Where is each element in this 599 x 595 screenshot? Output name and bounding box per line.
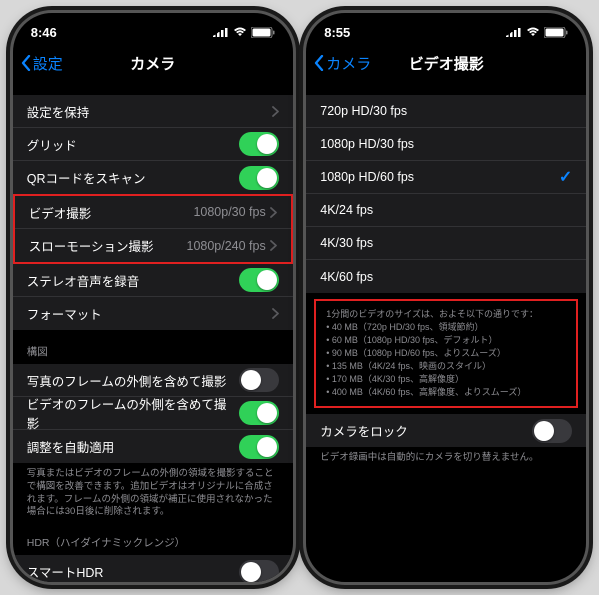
page-title: ビデオ撮影 [409, 53, 484, 74]
video-option-0[interactable]: 720p HD/30 fps [306, 95, 586, 128]
battery-icon [544, 27, 568, 38]
chevron-left-icon [314, 55, 324, 71]
composition-row-0[interactable]: 写真のフレームの外側を含めて撮影 [13, 364, 293, 397]
row-label: ビデオ撮影 [29, 203, 92, 222]
status-time: 8:55 [324, 25, 350, 40]
row-label: QRコードをスキャン [27, 168, 146, 187]
video-row-0[interactable]: ビデオ撮影 1080p/30 fps [15, 196, 291, 229]
row-value: 1080p/30 fps [193, 205, 265, 219]
back-button[interactable]: カメラ [314, 53, 371, 74]
row-label: ビデオのフレームの外側を含めて撮影 [27, 394, 239, 432]
settings-row-0[interactable]: 設定を保持 [13, 95, 293, 128]
back-label: カメラ [326, 53, 371, 74]
notch [376, 13, 516, 37]
option-label: 4K/60 fps [320, 270, 373, 284]
info-line: • 90 MB（1080p HD/60 fps、よりスムーズ） [326, 347, 566, 360]
toggle-switch[interactable] [239, 166, 279, 190]
section-footer-lock: ビデオ録画中は自動的にカメラを切り替えません。 [306, 447, 586, 467]
page-title: カメラ [130, 53, 175, 74]
chevron-left-icon [21, 55, 31, 71]
section-footer-composition: 写真またはビデオのフレームの外側の領域を撮影することで構図を改善できます。追加ビ… [13, 463, 293, 521]
row-label: グリッド [27, 135, 77, 154]
info-line: • 40 MB（720p HD/30 fps、領域節約） [326, 321, 566, 334]
option-label: 720p HD/30 fps [320, 104, 407, 118]
row-label: 調整を自動適用 [27, 437, 115, 456]
phone-left: 8:46 設定 カメラ 設定を保持グリッド QRコードをスキャン ビデオ撮影 108… [10, 10, 296, 585]
option-label: 1080p HD/60 fps [320, 170, 414, 184]
settings2-row-0[interactable]: ステレオ音声を録音 [13, 264, 293, 297]
highlight-box-video: ビデオ撮影 1080p/30 fps スローモーション撮影 1080p/240 fps [13, 194, 293, 264]
row-label: カメラをロック [320, 421, 408, 440]
toggle-switch[interactable] [239, 401, 279, 425]
notch [83, 13, 223, 37]
video-option-5[interactable]: 4K/60 fps [306, 260, 586, 293]
info-title: 1分間のビデオのサイズは、およそ以下の通りです： [326, 308, 566, 321]
toggle-switch[interactable] [239, 435, 279, 459]
toggle-switch[interactable] [239, 132, 279, 156]
settings-row-2[interactable]: QRコードをスキャン [13, 161, 293, 194]
row-label: 写真のフレームの外側を含めて撮影 [27, 371, 227, 390]
checkmark-icon: ✓ [559, 167, 572, 187]
toggle-switch[interactable] [239, 368, 279, 392]
hdr-row-0[interactable]: スマートHDR [13, 555, 293, 582]
chevron-right-icon [270, 240, 277, 251]
nav-bar: 設定 カメラ [13, 45, 293, 81]
back-button[interactable]: 設定 [21, 53, 63, 74]
toggle-switch[interactable] [239, 560, 279, 582]
highlight-box-sizes: 1分間のビデオのサイズは、およそ以下の通りです：• 40 MB（720p HD/… [314, 299, 578, 408]
info-line: • 170 MB（4K/30 fps、高解像度） [326, 373, 566, 386]
video-option-3[interactable]: 4K/24 fps [306, 194, 586, 227]
settings2-row-1[interactable]: フォーマット [13, 297, 293, 330]
camera-lock-row[interactable]: カメラをロック [306, 414, 586, 447]
option-label: 4K/30 fps [320, 236, 373, 250]
chevron-right-icon [272, 106, 279, 117]
row-value: 1080p/240 fps [187, 239, 266, 253]
row-label: 設定を保持 [27, 102, 90, 121]
row-label: フォーマット [27, 304, 102, 323]
video-option-1[interactable]: 1080p HD/30 fps [306, 128, 586, 161]
video-row-1[interactable]: スローモーション撮影 1080p/240 fps [15, 229, 291, 262]
chevron-right-icon [270, 207, 277, 218]
row-label: スローモーション撮影 [29, 236, 154, 255]
section-header-composition: 構図 [13, 330, 293, 364]
wifi-icon [526, 27, 540, 37]
wifi-icon [233, 27, 247, 37]
toggle-switch[interactable] [239, 268, 279, 292]
settings-content[interactable]: 設定を保持グリッド QRコードをスキャン ビデオ撮影 1080p/30 fps スロー… [13, 81, 293, 582]
row-label: スマートHDR [27, 562, 104, 581]
status-right [506, 27, 568, 38]
video-option-4[interactable]: 4K/30 fps [306, 227, 586, 260]
status-time: 8:46 [31, 25, 57, 40]
composition-row-1[interactable]: ビデオのフレームの外側を含めて撮影 [13, 397, 293, 430]
info-line: • 400 MB（4K/60 fps、高解像度、よりスムーズ） [326, 386, 566, 399]
composition-row-2[interactable]: 調整を自動適用 [13, 430, 293, 463]
option-label: 1080p HD/30 fps [320, 137, 414, 151]
option-label: 4K/24 fps [320, 203, 373, 217]
phone-right: 8:55 カメラ ビデオ撮影 720p HD/30 fps 1080p HD/30… [303, 10, 589, 585]
row-label: ステレオ音声を録音 [27, 271, 140, 290]
settings-content[interactable]: 720p HD/30 fps 1080p HD/30 fps 1080p HD/60… [306, 81, 586, 582]
battery-icon [251, 27, 275, 38]
chevron-right-icon [272, 308, 279, 319]
info-line: • 135 MB（4K/24 fps、映画のスタイル） [326, 360, 566, 373]
info-line: • 60 MB（1080p HD/30 fps、デフォルト） [326, 334, 566, 347]
toggle-switch[interactable] [532, 419, 572, 443]
nav-bar: カメラ ビデオ撮影 [306, 45, 586, 81]
status-right [213, 27, 275, 38]
back-label: 設定 [33, 53, 63, 74]
settings-row-1[interactable]: グリッド [13, 128, 293, 161]
section-header-hdr: HDR（ハイダイナミックレンジ） [13, 521, 293, 555]
video-option-2[interactable]: 1080p HD/60 fps ✓ [306, 161, 586, 194]
